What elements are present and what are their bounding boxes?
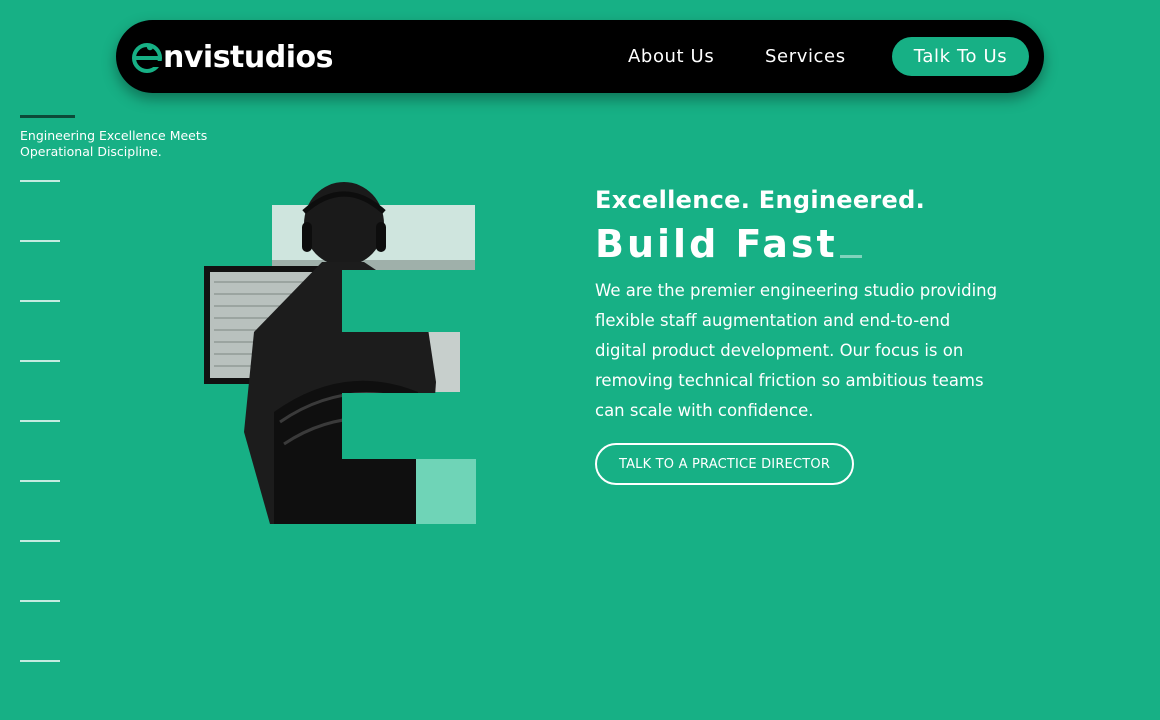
talk-to-us-button[interactable]: Talk To Us bbox=[892, 37, 1029, 76]
rail-marker[interactable] bbox=[20, 240, 60, 242]
brand-logo[interactable]: nvistudios bbox=[131, 38, 333, 78]
hero-body-copy: We are the premier engineering studio pr… bbox=[595, 281, 998, 420]
rail-active-indicator[interactable] bbox=[20, 115, 75, 118]
nav-about-us[interactable]: About Us bbox=[628, 46, 714, 67]
rail-marker[interactable] bbox=[20, 420, 60, 422]
rail-marker[interactable] bbox=[20, 360, 60, 362]
hero-eyebrow: Excellence. Engineered. bbox=[595, 186, 926, 214]
nav-services[interactable]: Services bbox=[765, 46, 846, 67]
logo-wordmark: nvistudios bbox=[163, 40, 333, 75]
rail-marker[interactable] bbox=[20, 180, 60, 182]
rail-marker[interactable] bbox=[20, 600, 60, 602]
hero-e-image bbox=[204, 182, 476, 524]
hero-headline: Build Fast bbox=[595, 222, 862, 266]
top-navbar: nvistudios About Us Services Talk To Us bbox=[116, 20, 1044, 93]
rail-marker[interactable] bbox=[20, 300, 60, 302]
rail-marker[interactable] bbox=[20, 660, 60, 662]
talk-to-practice-director-button[interactable]: TALK TO A PRACTICE DIRECTOR bbox=[595, 443, 854, 485]
hero-headline-text: Build Fast bbox=[595, 222, 838, 266]
rail-marker[interactable] bbox=[20, 480, 60, 482]
logo-e-icon bbox=[132, 43, 163, 73]
rail-caption: Engineering Excellence Meets Operational… bbox=[20, 128, 208, 159]
typing-cursor bbox=[839, 255, 862, 258]
rail-marker[interactable] bbox=[20, 540, 60, 542]
